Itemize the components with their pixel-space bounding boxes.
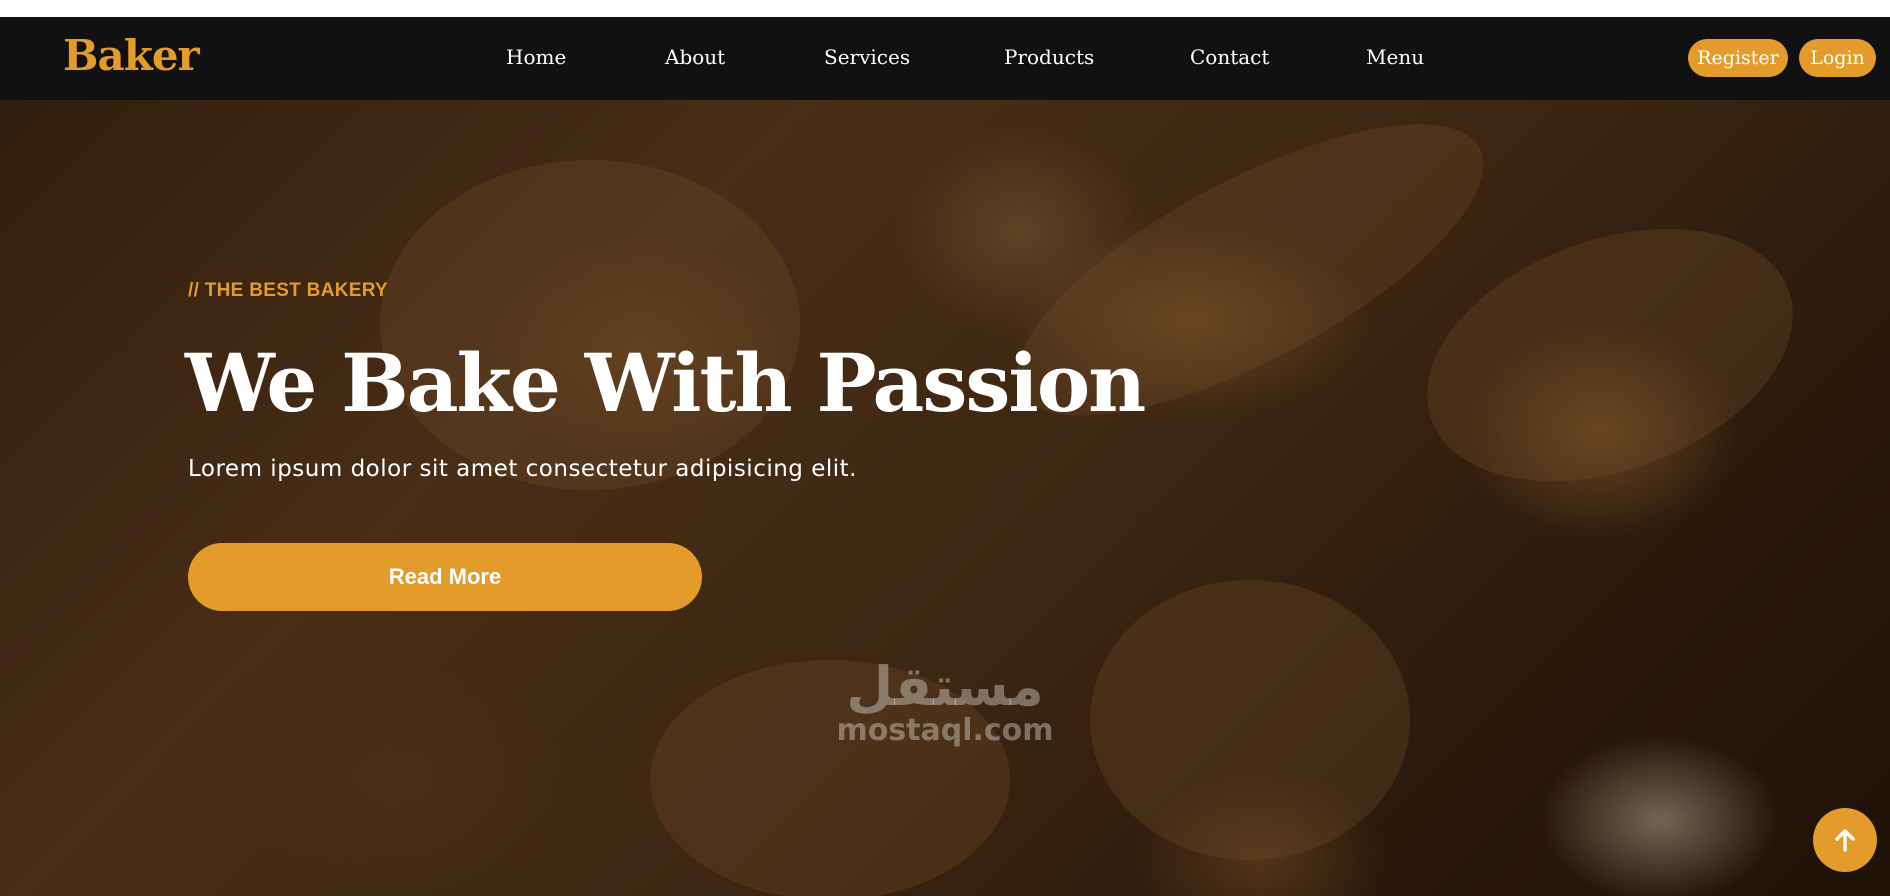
hero-section [0, 100, 1890, 896]
nav-link-services[interactable]: Services [824, 47, 910, 67]
navbar: Baker Home About Services Products Conta… [0, 17, 1890, 100]
top-strip [0, 0, 1890, 17]
register-button[interactable]: Register [1688, 39, 1788, 77]
nav-menu: Home About Services Products Contact Men… [0, 17, 1890, 100]
nav-link-menu[interactable]: Menu [1366, 47, 1424, 67]
scroll-top-button[interactable] [1813, 808, 1877, 872]
nav-link-contact[interactable]: Contact [1190, 47, 1269, 67]
hero-eyebrow: // THE BEST BAKERY [188, 280, 388, 301]
watermark: مستقل mostaql.com [820, 655, 1070, 748]
hero-subtitle: Lorem ipsum dolor sit amet consectetur a… [188, 456, 857, 482]
watermark-text: mostaql.com [836, 713, 1054, 748]
nav-link-products[interactable]: Products [1004, 47, 1094, 67]
arrow-up-icon [1835, 829, 1855, 852]
nav-link-about[interactable]: About [665, 47, 725, 67]
nav-link-home[interactable]: Home [506, 47, 566, 67]
watermark-logo: مستقل [846, 655, 1044, 718]
login-button[interactable]: Login [1799, 39, 1876, 77]
read-more-button[interactable]: Read More [188, 543, 702, 611]
hero-title: We Bake With Passion [185, 336, 1146, 430]
hero-overlay [0, 100, 1890, 896]
